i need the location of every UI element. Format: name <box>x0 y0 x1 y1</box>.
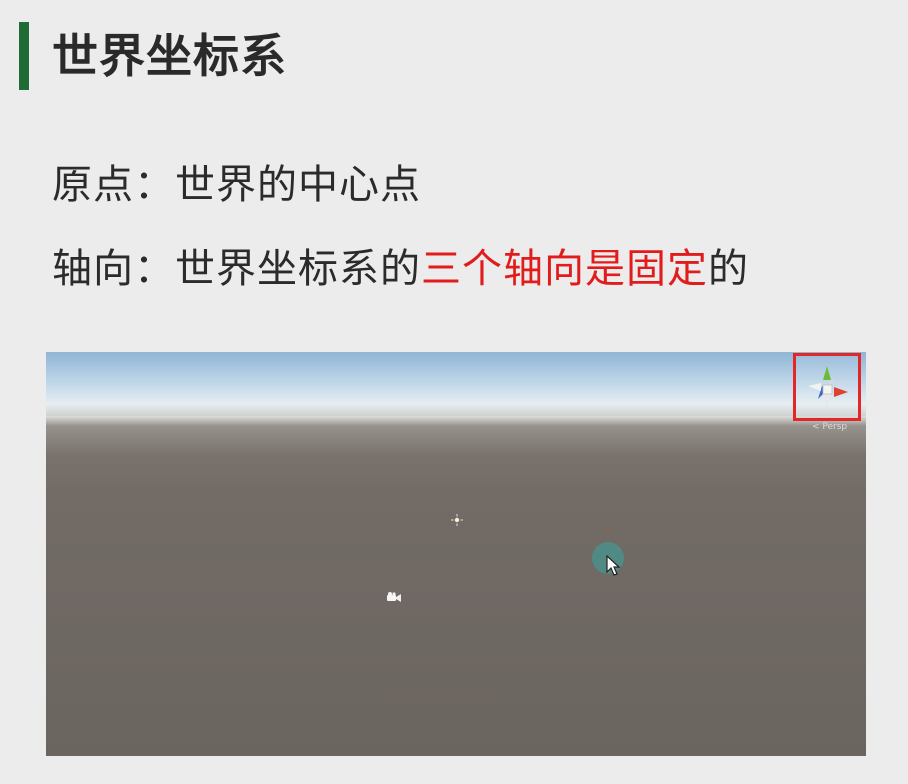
axis-text-after: 的 <box>708 246 749 292</box>
origin-text: 世界的中心点 <box>175 162 421 208</box>
scene-gizmo-icon[interactable] <box>796 356 858 418</box>
perspective-toggle-label[interactable]: < Persp <box>812 422 847 432</box>
axis-label: 轴向： <box>52 246 175 292</box>
camera-icon[interactable] <box>386 591 402 603</box>
light-icon[interactable] <box>451 514 463 526</box>
origin-label: 原点： <box>52 162 175 208</box>
axis-line: 轴向：世界坐标系的三个轴向是固定的 <box>52 236 749 294</box>
mouse-cursor-icon <box>606 555 621 576</box>
axis-highlight-text: 三个轴向是固定 <box>421 246 708 292</box>
axis-text-before: 世界坐标系的 <box>175 246 421 292</box>
slide: 世界坐标系 原点：世界的中心点 轴向：世界坐标系的三个轴向是固定的 < Pers… <box>0 0 908 784</box>
slide-title: 世界坐标系 <box>52 29 287 83</box>
origin-line: 原点：世界的中心点 <box>52 152 421 210</box>
title-accent-bar <box>19 22 29 90</box>
scene-viewport[interactable]: < Persp <box>46 352 866 756</box>
ground-haze <box>46 416 866 456</box>
scene-gizmo-highlight[interactable] <box>793 353 861 421</box>
